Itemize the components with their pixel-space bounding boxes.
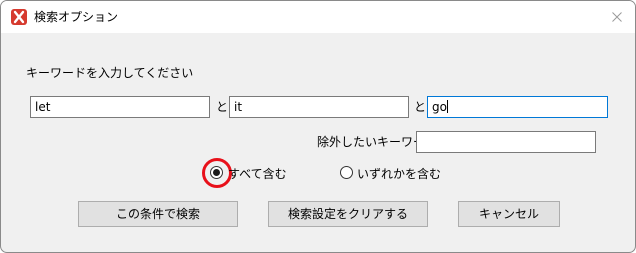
radio-include-any[interactable] [340,166,353,179]
keyword-field-1[interactable]: let [30,96,210,118]
connector-label-1: と [216,100,229,114]
app-x-icon [11,9,27,25]
radio-include-all-label[interactable]: すべて含む [228,167,287,181]
title-bar: 検索オプション [1,1,635,33]
close-icon [612,12,622,22]
keyword-field-3-value: go [432,100,447,114]
text-caret [446,100,448,113]
cancel-button[interactable]: キャンセル [458,201,560,227]
search-with-conditions-button[interactable]: この条件で検索 [78,201,238,227]
connector-label-2: と [414,100,427,114]
search-options-dialog: 検索オプション キーワードを入力してください let と it と go 除外し… [0,0,636,253]
window-title: 検索オプション [34,10,119,24]
radio-include-any-label[interactable]: いずれかを含む [357,167,441,181]
keyword-field-2[interactable]: it [229,96,409,118]
exclude-keyword-field[interactable] [416,131,596,153]
keyword-field-3[interactable]: go [427,96,608,118]
clear-search-settings-button[interactable]: 検索設定をクリアする [268,201,428,227]
keyword-prompt-label: キーワードを入力してください [26,66,194,80]
close-button[interactable] [599,1,635,33]
